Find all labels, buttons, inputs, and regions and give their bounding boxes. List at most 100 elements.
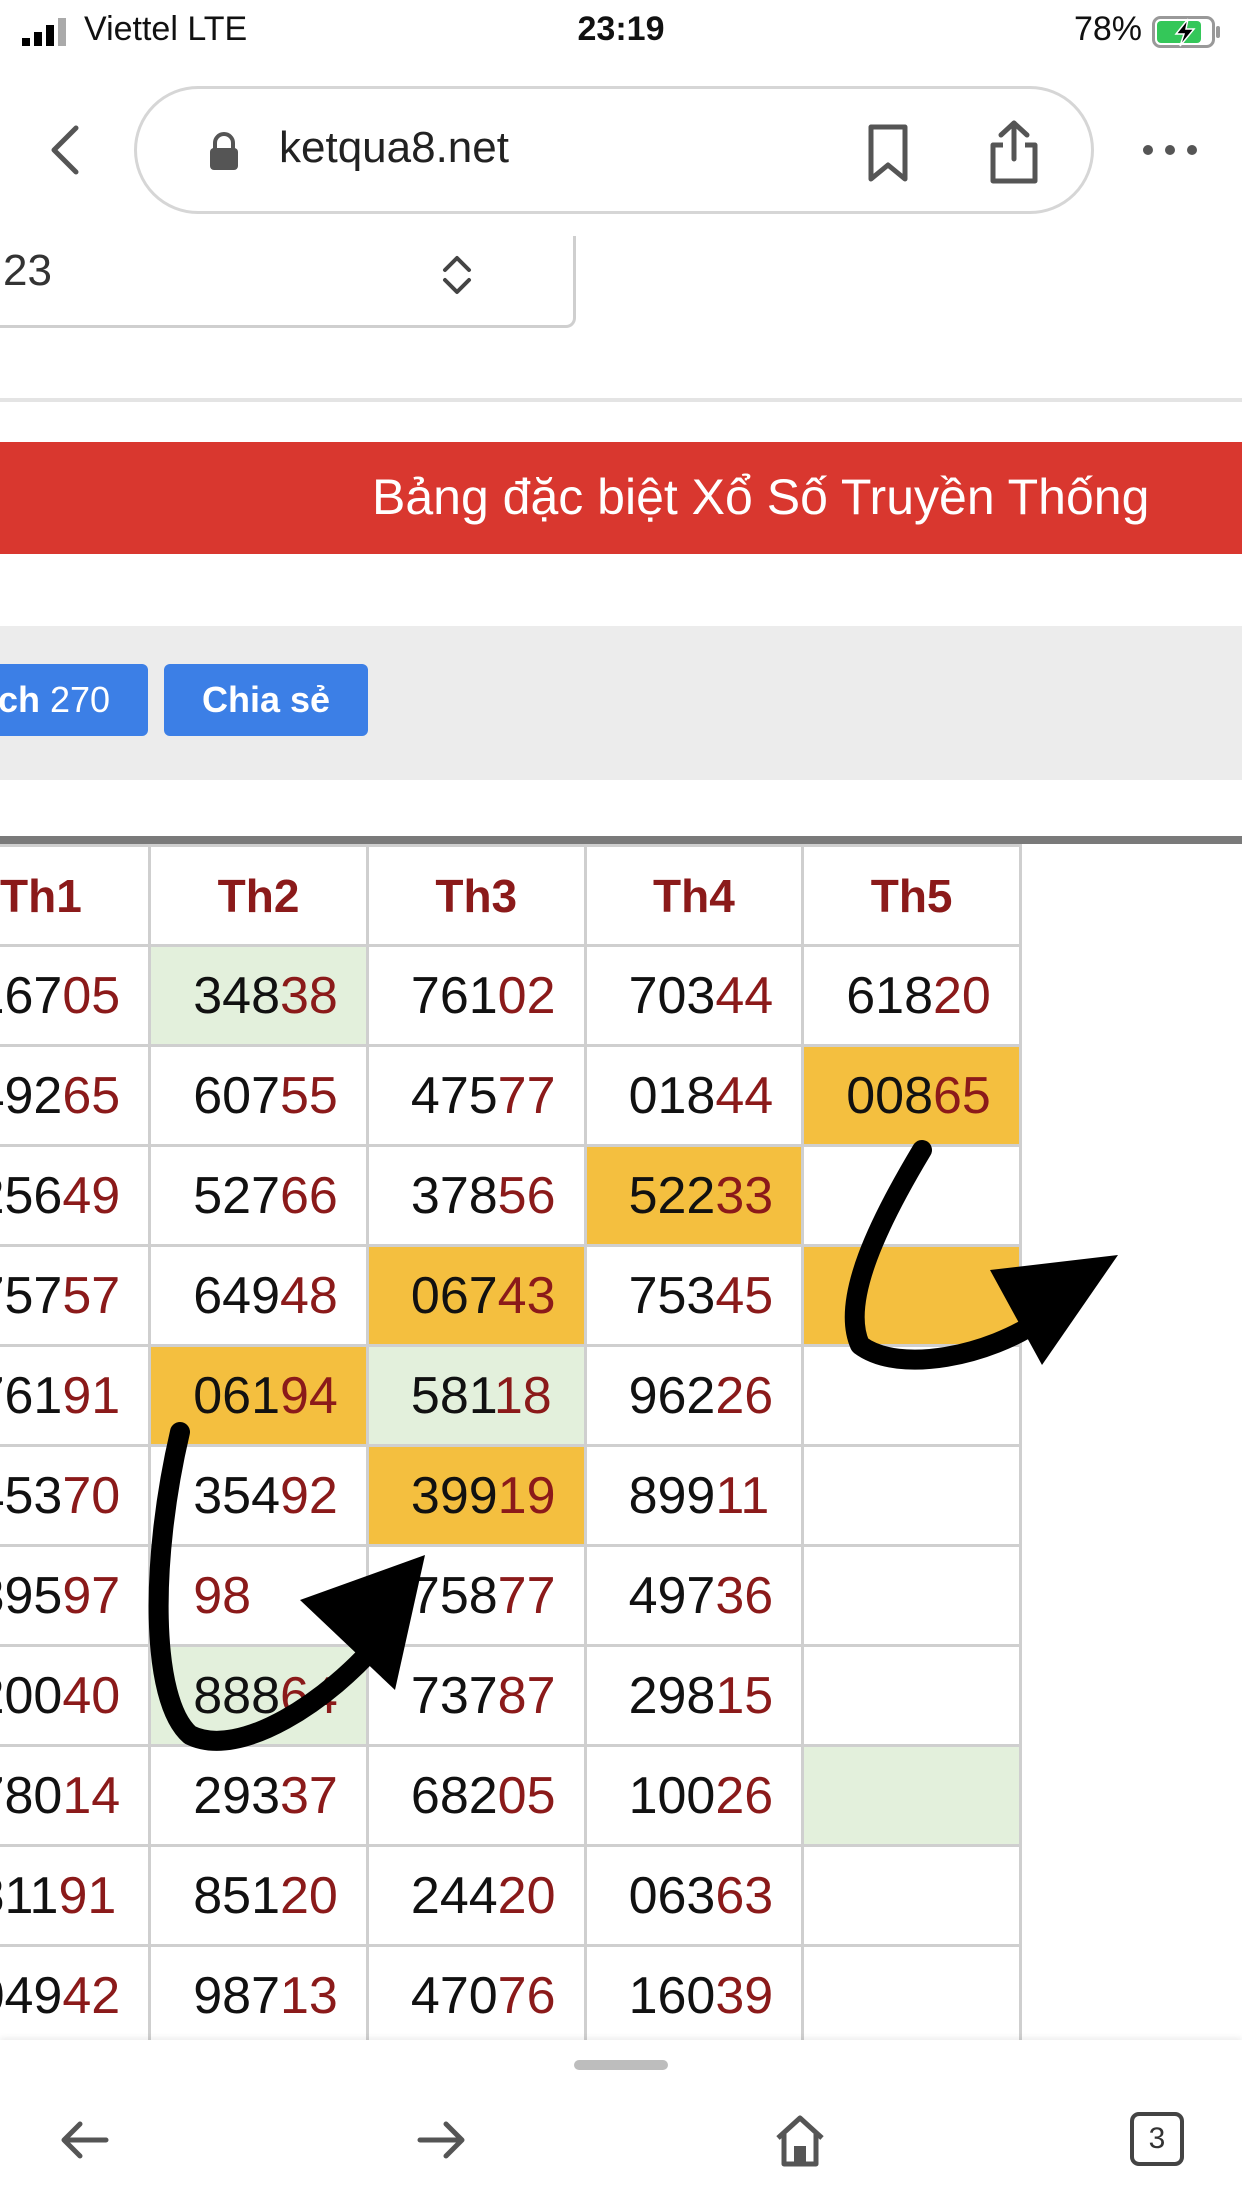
number-prefix: 607 <box>193 1066 280 1125</box>
number-prefix: 780 <box>0 1766 63 1825</box>
result-cell: 81191 <box>0 1844 152 1947</box>
number-prefix: 522 <box>628 1166 716 1225</box>
result-cell: 60755 <box>148 1044 369 1147</box>
number-last-two: 92 <box>280 1466 338 1525</box>
result-cell: 10026 <box>583 1744 805 1847</box>
number-last-two: 26 <box>715 1366 774 1425</box>
column-header: Th4 <box>583 844 805 947</box>
number-prefix: 618 <box>846 966 934 1025</box>
result-cell: 24420 <box>365 1844 587 1947</box>
number-last-two: 05 <box>497 1766 556 1825</box>
number-prefix: 378 <box>410 1166 498 1225</box>
result-cell <box>801 1344 1022 1447</box>
number-last-two: 91 <box>58 1866 117 1925</box>
number-prefix: 470 <box>410 1966 498 2025</box>
back-chevron-icon[interactable] <box>40 120 90 180</box>
results-table: Th1Th2Th3Th4Th5 167053483876102703446182… <box>0 844 1022 2047</box>
number-last-two: 55 <box>280 1066 338 1125</box>
table-row: 04942987134707616039 <box>0 1944 1022 2047</box>
banner-title: Bảng đặc biệt Xổ Số Truyền Thống <box>372 469 1150 525</box>
number-last-two: 98 <box>193 1566 252 1625</box>
result-cell <box>801 1444 1022 1547</box>
number-last-two: 13 <box>280 1966 338 2025</box>
result-cell: 73787 <box>365 1644 587 1747</box>
result-cell: 47577 <box>365 1044 587 1147</box>
column-header: Th3 <box>365 844 587 947</box>
result-cell <box>801 1244 1022 1347</box>
number-last-two: 43 <box>497 1266 556 1325</box>
result-cell <box>801 1544 1022 1647</box>
number-last-two: 11 <box>715 1466 770 1525</box>
number-last-two: 38 <box>280 966 338 1025</box>
result-cell: 16039 <box>583 1944 805 2047</box>
number-last-two: 44 <box>715 966 774 1025</box>
url-text[interactable]: ketqua8.net <box>279 123 509 173</box>
result-cell: 52233 <box>583 1144 805 1247</box>
result-cell: 25649 <box>0 1144 152 1247</box>
result-cell: 70344 <box>583 944 805 1047</box>
tabs-button[interactable]: 3 <box>1130 2112 1184 2166</box>
divider <box>0 398 1242 402</box>
result-cell: 75757 <box>0 1244 152 1347</box>
result-cell: 49736 <box>583 1544 805 1647</box>
number-last-two: 40 <box>62 1666 121 1725</box>
back-arrow-icon[interactable] <box>56 2112 112 2168</box>
column-header: Th5 <box>801 844 1022 947</box>
result-cell: 06743 <box>365 1244 587 1347</box>
drag-handle[interactable] <box>574 2060 668 2070</box>
result-cell: 34838 <box>148 944 369 1047</box>
home-icon[interactable] <box>772 2112 828 2168</box>
select-arrows-icon <box>443 256 471 294</box>
chia-se-button[interactable]: Chia sẻ <box>164 664 368 736</box>
number-last-two: 05 <box>62 966 121 1025</box>
number-last-two: 26 <box>715 1766 774 1825</box>
number-last-two: 65 <box>62 1066 121 1125</box>
number-last-two: 65 <box>933 1066 991 1125</box>
result-cell: 01844 <box>583 1044 805 1147</box>
bookmark-icon[interactable] <box>863 123 913 183</box>
number-prefix: 395 <box>0 1566 63 1625</box>
number-prefix: 703 <box>628 966 716 1025</box>
table-row: 1670534838761027034461820 <box>0 944 1022 1047</box>
number-prefix: 049 <box>0 1966 63 2025</box>
result-cell: 61820 <box>801 944 1022 1047</box>
number-last-two: 45 <box>715 1266 774 1325</box>
table-row: 4926560755475770184400865 <box>0 1044 1022 1147</box>
number-last-two: 64 <box>280 1666 338 1725</box>
forward-arrow-icon[interactable] <box>414 2112 470 2168</box>
number-prefix: 682 <box>410 1766 498 1825</box>
result-cell: 35492 <box>148 1444 369 1547</box>
status-bar: Viettel LTE 23:19 78% <box>0 0 1242 62</box>
number-last-two: 57 <box>62 1266 121 1325</box>
result-cell: 52766 <box>148 1144 369 1247</box>
result-cell: 29815 <box>583 1644 805 1747</box>
address-bar[interactable]: ketqua8.net <box>134 86 1094 214</box>
share-count-value: 270 <box>50 679 111 720</box>
result-cell: 29337 <box>148 1744 369 1847</box>
share-count-button[interactable]: ch 270 <box>0 664 148 736</box>
share-icon[interactable] <box>987 119 1041 185</box>
number-prefix: 354 <box>193 1466 280 1525</box>
lock-icon <box>210 132 238 170</box>
number-last-two: 37 <box>280 1766 338 1825</box>
result-cell: 04942 <box>0 1944 152 2047</box>
clock: 23:19 <box>577 10 665 48</box>
results-table-container: Th1Th2Th3Th4Th5 167053483876102703446182… <box>0 836 1242 2048</box>
date-select[interactable]: 23 <box>0 236 576 328</box>
number-prefix: 018 <box>628 1066 716 1125</box>
number-last-two: 20 <box>497 1866 556 1925</box>
number-last-two: 02 <box>497 966 556 1025</box>
result-cell: 00865 <box>801 1044 1022 1147</box>
number-prefix: 492 <box>0 1066 63 1125</box>
number-prefix: 067 <box>410 1266 498 1325</box>
battery-charging-icon <box>1152 16 1220 48</box>
action-toolbar: ch 270 Chia sẻ <box>0 626 1242 780</box>
more-options-icon[interactable] <box>1140 138 1200 162</box>
number-prefix: 008 <box>846 1066 934 1125</box>
table-row: 81191851202442006363 <box>0 1844 1022 1947</box>
result-cell: 68205 <box>365 1744 587 1847</box>
result-cell: 98713 <box>148 1944 369 2047</box>
number-prefix: 244 <box>410 1866 498 1925</box>
result-cell: 64948 <box>148 1244 369 1347</box>
result-cell: 76102 <box>365 944 587 1047</box>
